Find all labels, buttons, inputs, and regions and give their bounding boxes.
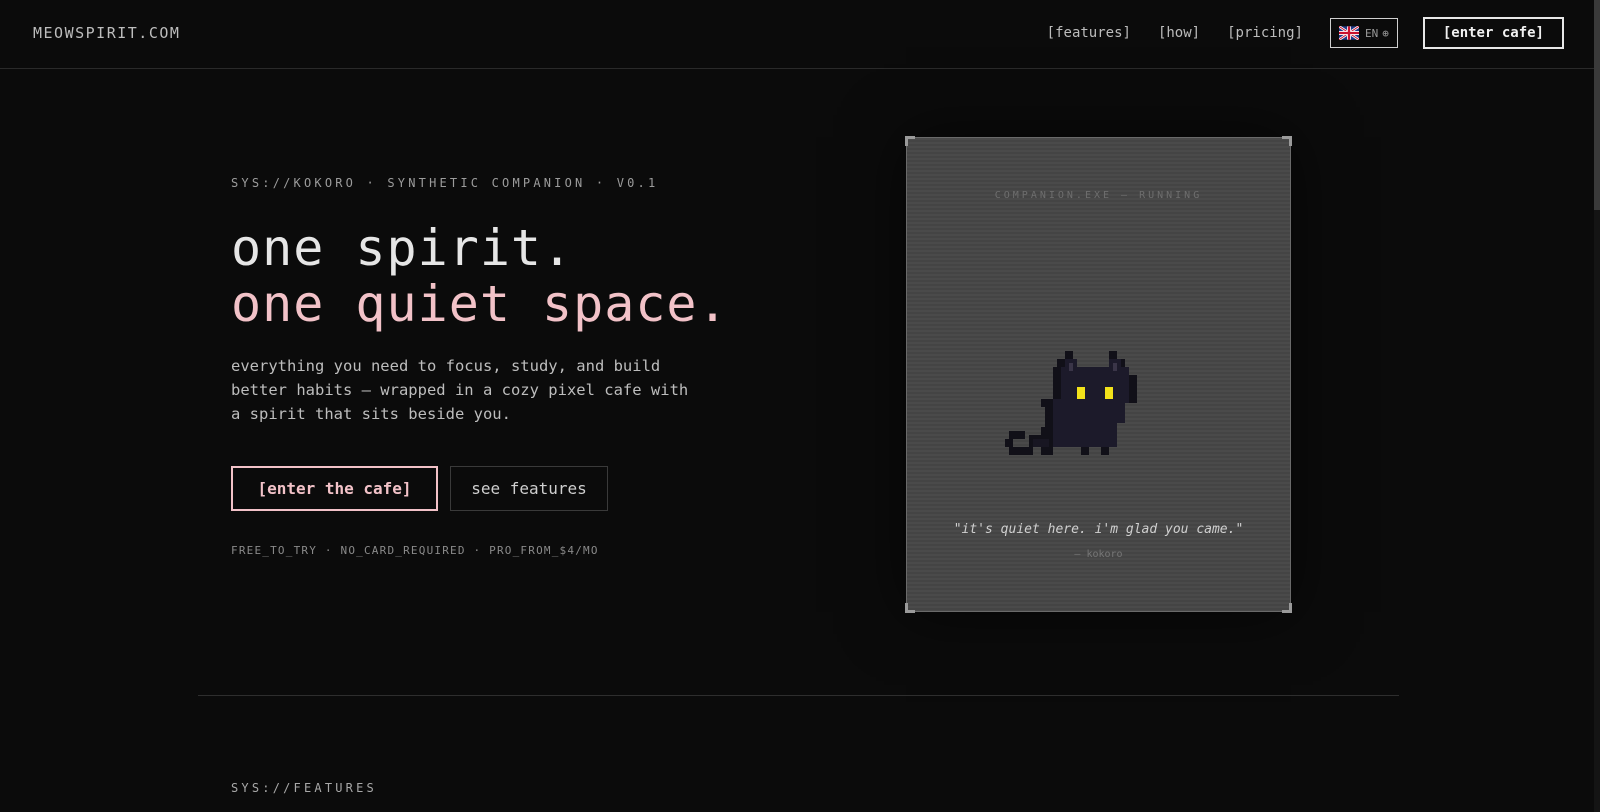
hero-description: everything you need to focus, study, and…: [231, 357, 689, 423]
section-divider: [198, 695, 1399, 696]
enter-the-cafe-button[interactable]: [enter the cafe]: [231, 466, 438, 511]
globe-icon: ⊕: [1382, 26, 1389, 40]
nav-menu: [features] [how] [pricing] EN ⊕ [enter c…: [1047, 17, 1564, 49]
uk-flag-icon: [1338, 26, 1359, 40]
see-features-button[interactable]: see features: [450, 466, 608, 511]
headline-line-1: one spirit.: [231, 219, 574, 277]
nav-link-pricing[interactable]: [pricing]: [1227, 17, 1303, 49]
hero-fineprint: FREE_TO_TRY · NO_CARD_REQUIRED · PRO_FRO…: [231, 544, 599, 557]
companion-quote: "it's quiet here. i'm glad you came.": [953, 522, 1244, 537]
language-selector[interactable]: EN ⊕: [1329, 18, 1398, 48]
language-code: EN: [1364, 26, 1379, 40]
scrollbar-thumb[interactable]: [1594, 0, 1600, 210]
hero-sys-tag: SYS://KOKORO · SYNTHETIC COMPANION · V0.…: [231, 176, 659, 190]
card-corner: [1282, 603, 1292, 613]
hero-buttons: [enter the cafe] see features: [231, 466, 751, 511]
nav-link-how[interactable]: [how]: [1158, 17, 1200, 49]
card-corner: [905, 136, 915, 146]
page-scrollbar[interactable]: [1594, 0, 1600, 812]
hero-headline: one spirit. one quiet space.: [231, 220, 751, 332]
card-corner: [905, 603, 915, 613]
card-corner: [1282, 136, 1292, 146]
hero-section: SYS://KOKORO · SYNTHETIC COMPANION · V0.…: [231, 176, 751, 557]
companion-quote-author: — kokoro: [1074, 549, 1123, 560]
companion-card: COMPANION.EXE — RUNNING "it's quiet here…: [905, 136, 1292, 613]
top-navigation-bar: MEOWSPIRIT.COM [features] [how] [pricing…: [0, 0, 1600, 69]
nav-link-features[interactable]: [features]: [1047, 17, 1131, 49]
features-sys-tag: SYS://FEATURES: [231, 781, 377, 795]
pixel-cat-icon: [1005, 351, 1137, 455]
site-logo[interactable]: MEOWSPIRIT.COM: [33, 24, 180, 42]
headline-line-2: one quiet space.: [231, 275, 729, 333]
companion-status: COMPANION.EXE — RUNNING: [994, 190, 1203, 201]
enter-cafe-button[interactable]: [enter cafe]: [1422, 17, 1564, 49]
